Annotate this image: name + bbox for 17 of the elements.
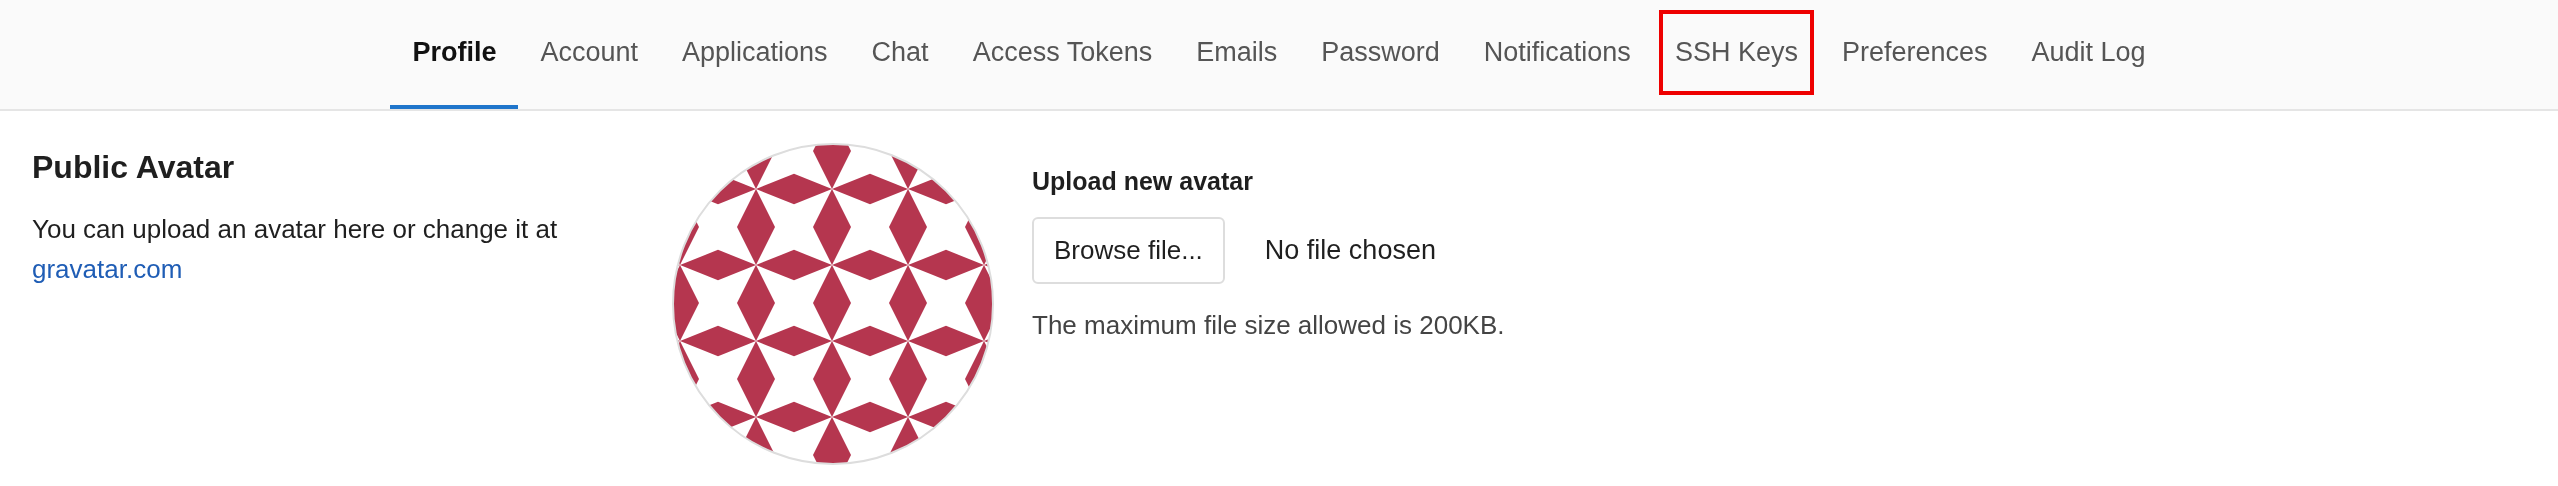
upload-title: Upload new avatar — [1032, 166, 1254, 197]
tab[interactable]: Access Tokens — [950, 0, 1175, 109]
browse-file-button[interactable]: Browse file... — [1032, 216, 1225, 284]
tab[interactable]: Profile — [390, 0, 519, 109]
tab[interactable]: Emails — [1174, 0, 1300, 109]
tab[interactable]: Notifications — [1461, 0, 1653, 109]
tab[interactable]: Password — [1299, 0, 1462, 109]
tab[interactable]: Account — [518, 0, 660, 109]
file-status: No file chosen — [1264, 233, 1436, 267]
tab[interactable]: Chat — [849, 0, 951, 109]
section-description: You can upload an avatar here or change it at gravatar.com — [32, 213, 559, 286]
gravatar-link[interactable]: gravatar.com — [32, 254, 183, 284]
tab[interactable]: Preferences — [1819, 0, 2010, 109]
file-size-help: The maximum file size allowed is 200KB. — [1032, 308, 1505, 342]
tab[interactable]: Applications — [660, 0, 850, 109]
section-title: Public Avatar — [32, 148, 236, 187]
tab[interactable]: Audit Log — [2009, 0, 2168, 109]
